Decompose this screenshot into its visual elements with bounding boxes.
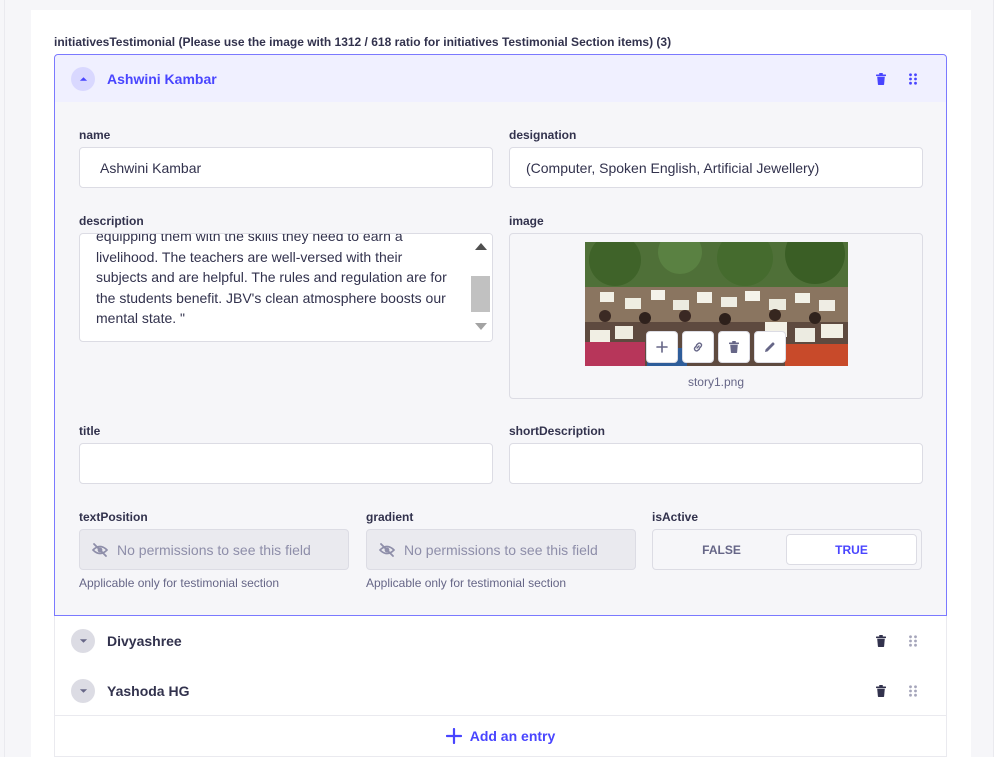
trash-icon[interactable] [873, 71, 889, 87]
accordion-title: Yashoda HG [107, 683, 190, 699]
chevron-up-icon[interactable] [71, 67, 95, 91]
image-dropzone: story1.png [509, 233, 923, 399]
chevron-down-icon[interactable] [71, 629, 95, 653]
description-textarea[interactable]: equipping them with the skills they need… [79, 233, 493, 342]
short-description-input[interactable] [509, 443, 923, 484]
accordion-header[interactable]: Ashwini Kambar [55, 55, 946, 102]
gradient-label: gradient [366, 510, 414, 524]
image-label: image [509, 214, 544, 228]
designation-input[interactable]: (Computer, Spoken English, Artificial Je… [509, 147, 923, 188]
text-position-label: textPosition [79, 510, 148, 524]
trash-icon[interactable] [873, 683, 889, 699]
add-image-button[interactable] [646, 331, 678, 363]
gradient-hint: Applicable only for testimonial section [366, 576, 567, 590]
name-input[interactable]: Ashwini Kambar [79, 147, 493, 188]
plus-icon [656, 341, 668, 353]
accordion-entry-collapsed[interactable]: Divyashree [54, 616, 947, 667]
text-position-placeholder: No permissions to see this field [117, 541, 311, 558]
is-active-label: isActive [652, 510, 699, 524]
link-icon [693, 342, 703, 352]
designation-label: designation [509, 128, 577, 142]
name-label: name [79, 128, 111, 142]
accordion-entry-collapsed[interactable]: Yashoda HG [54, 666, 947, 716]
toggle-true-option[interactable]: TRUE [786, 534, 917, 565]
text-position-hint: Applicable only for testimonial section [79, 576, 280, 590]
drag-handle-icon[interactable] [905, 633, 921, 649]
add-entry-button[interactable]: Add an entry [54, 716, 947, 757]
trash-icon[interactable] [873, 633, 889, 649]
scroll-up-arrow[interactable] [475, 243, 487, 250]
gradient-disabled-field: No permissions to see this field [366, 529, 636, 570]
description-text: equipping them with the skills they need… [96, 233, 447, 326]
toggle-false-option[interactable]: FALSE [657, 534, 786, 565]
copy-link-button[interactable] [682, 331, 714, 363]
short-description-label: shortDescription [509, 424, 606, 438]
plus-icon [445, 728, 462, 744]
chevron-down-icon[interactable] [71, 679, 95, 703]
drag-handle-icon[interactable] [905, 683, 921, 699]
component-label: initiativesTestimonial (Please use the i… [54, 35, 672, 49]
gradient-placeholder: No permissions to see this field [404, 541, 598, 558]
eye-striked-icon [92, 542, 108, 557]
pencil-icon [765, 342, 775, 352]
accordion-title: Divyashree [107, 633, 182, 649]
title-input[interactable] [79, 443, 493, 484]
image-toolbar [646, 331, 786, 363]
title-label: title [79, 424, 101, 438]
textarea-scrollbar[interactable] [468, 234, 492, 341]
delete-image-button[interactable] [718, 331, 750, 363]
add-entry-label: Add an entry [469, 728, 556, 744]
is-active-toggle: FALSE TRUE [652, 529, 922, 570]
accordion-title: Ashwini Kambar [107, 71, 217, 87]
drag-handle-icon[interactable] [905, 71, 921, 87]
trash-icon [729, 341, 739, 353]
eye-striked-icon [379, 542, 395, 557]
page-edge [4, 0, 5, 757]
description-label: description [79, 214, 144, 228]
scroll-down-arrow[interactable] [475, 323, 487, 330]
image-filename: story1.png [687, 375, 745, 389]
text-position-disabled-field: No permissions to see this field [79, 529, 349, 570]
scroll-thumb[interactable] [471, 276, 490, 312]
page-scrollbar-gutter [993, 0, 997, 757]
edit-image-button[interactable] [754, 331, 786, 363]
accordion-entry-expanded: Ashwini Kambar name Ashwini Kambar desig… [54, 54, 947, 616]
